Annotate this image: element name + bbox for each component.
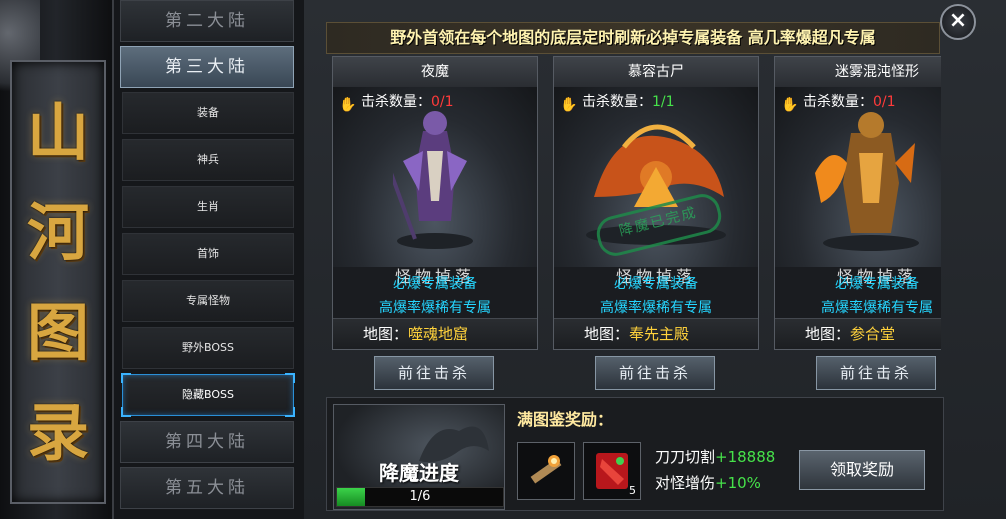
boss-name: 慕容古尸 <box>554 57 758 87</box>
nav-continent-3[interactable]: 第三大陆 <box>120 46 294 88</box>
map-row: 地图：噬魂地窟 <box>333 318 537 349</box>
paw-icon: ✋ <box>339 97 357 113</box>
nav-continent-2[interactable]: 第二大陆 <box>120 0 294 42</box>
kill-count: 1/1 <box>652 94 675 110</box>
game-window: 山 河 图 录 第二大陆 第三大陆 装备 神兵 生肖 首饰 专属怪物 野外BOS… <box>0 0 1006 519</box>
drop-line: 必爆专属装备 <box>614 276 698 292</box>
nav-continent-5[interactable]: 第五大陆 <box>120 467 294 509</box>
nav-column: 第二大陆 第三大陆 装备 神兵 生肖 首饰 专属怪物 野外BOSS 隐藏BOSS… <box>114 0 304 519</box>
kill-count: 0/1 <box>431 94 454 110</box>
nav-subitem-exclusive-monster[interactable]: 专属怪物 <box>122 280 294 322</box>
boss-name: 夜魔 <box>333 57 537 87</box>
progress-bar: 1/6 <box>336 487 504 507</box>
kill-label: 击杀数量： <box>803 94 873 110</box>
reward-stat: 对怪增伤+10% <box>655 472 761 493</box>
reward-section: 降魔进度 1/6 满图鉴奖励： 5 刀刀切割+18888 对怪增伤+10% 领取… <box>326 397 944 511</box>
map-row: 地图：参合堂 <box>775 318 941 349</box>
reward-title: 满图鉴奖励： <box>517 410 614 429</box>
drop-line: 高爆率爆稀有专属 <box>379 300 491 316</box>
progress-panel: 降魔进度 1/6 <box>333 404 505 510</box>
map-label: 地图： <box>805 325 851 343</box>
boss-art: 怪物掉落 <box>775 87 941 286</box>
boss-card: 夜魔 怪物掉落 ✋ 击杀数量：0/1 必爆专属装备 高爆率爆稀有专属 地图：噬魂… <box>332 56 538 350</box>
claim-reward-button[interactable]: 领取奖励 <box>799 450 925 490</box>
map-value: 奉先主殿 <box>629 325 690 343</box>
kill-label: 击杀数量： <box>361 94 431 110</box>
kill-count: 0/1 <box>873 94 896 110</box>
go-kill-button[interactable]: 前往击杀 <box>374 356 494 390</box>
go-kill-button[interactable]: 前往击杀 <box>595 356 715 390</box>
kill-label: 击杀数量： <box>582 94 652 110</box>
boss-card: 迷雾混沌怪形 怪物掉落 ✋ 击杀数量：0/1 必爆专属装备 高爆率爆稀有专属 地图… <box>774 56 941 350</box>
title-char: 图 <box>26 296 89 369</box>
paw-icon: ✋ <box>781 97 799 113</box>
corner-ornament <box>285 373 295 383</box>
kill-count-row: ✋ 击杀数量：0/1 <box>781 91 896 113</box>
corner-ornament <box>121 407 131 417</box>
boss-name: 迷雾混沌怪形 <box>775 57 941 87</box>
map-value: 噬魂地窟 <box>408 325 469 343</box>
red-card-icon <box>596 453 628 489</box>
close-button[interactable]: × <box>940 4 976 40</box>
progress-title: 降魔进度 <box>379 461 459 485</box>
title-plate: 山 河 图 录 <box>10 60 106 504</box>
banner-text: 野外首领在每个地图的底层定时刷新必掉专属装备 高几率爆超凡专属 <box>326 22 940 54</box>
nav-subitem-field-boss[interactable]: 野外BOSS <box>122 327 294 369</box>
progress-text: 1/6 <box>409 489 431 504</box>
map-value: 参合堂 <box>850 325 896 343</box>
stat-label: 刀刀切割 <box>655 448 716 466</box>
nav-subitem-hidden-boss[interactable]: 隐藏BOSS <box>121 373 295 417</box>
title-char: 河 <box>26 196 89 269</box>
main-panel: 野外首领在每个地图的底层定时刷新必掉专属装备 高几率爆超凡专属 × 夜魔 怪物掉… <box>304 0 1006 519</box>
map-label: 地图： <box>584 325 630 343</box>
nav-subitem-equipment[interactable]: 装备 <box>122 92 294 134</box>
boss-art: 降魔已完成 怪物掉落 <box>554 87 758 286</box>
title-char: 山 <box>26 96 89 169</box>
reward-slot[interactable] <box>517 442 575 500</box>
drop-line: 高爆率爆稀有专属 <box>821 300 933 316</box>
nav-subitem-zodiac[interactable]: 生肖 <box>122 186 294 228</box>
kill-count-row: ✋ 击杀数量：0/1 <box>339 91 454 113</box>
nav-subitem-jewelry[interactable]: 首饰 <box>122 233 294 275</box>
drop-line: 必爆专属装备 <box>835 276 919 292</box>
map-label: 地图： <box>363 325 409 343</box>
nav-subitem-label: 隐藏BOSS <box>182 388 234 401</box>
map-row: 地图：奉先主殿 <box>554 318 758 349</box>
scroll-icon <box>530 455 562 484</box>
stat-value: +18888 <box>715 448 776 466</box>
night-demon-icon <box>393 111 473 249</box>
drop-line: 必爆专属装备 <box>393 276 477 292</box>
title-column: 山 河 图 录 <box>0 0 114 519</box>
reward-stat: 刀刀切割+18888 <box>655 446 775 467</box>
drop-line: 高爆率爆稀有专属 <box>600 300 712 316</box>
kill-count-row: ✋ 击杀数量：1/1 <box>560 91 675 113</box>
stat-label: 对怪增伤 <box>655 474 716 492</box>
boss-art: 怪物掉落 <box>333 87 537 286</box>
paw-icon: ✋ <box>560 97 578 113</box>
reward-count: 5 <box>629 484 636 497</box>
boss-card: 慕容古尸 降魔已完成 怪物掉落 ✋ 击杀数量：1/1 必爆专属装备 高爆率爆稀有专… <box>553 56 759 350</box>
title-char: 录 <box>26 396 89 469</box>
close-icon: × <box>948 8 968 33</box>
reward-slot[interactable]: 5 <box>583 442 641 500</box>
mist-chaos-beast-icon <box>815 112 919 251</box>
corner-ornament <box>285 407 295 417</box>
nav-continent-4[interactable]: 第四大陆 <box>120 421 294 463</box>
stat-value: +10% <box>715 474 761 492</box>
corner-ornament <box>121 373 131 383</box>
nav-subitem-divine-weapon[interactable]: 神兵 <box>122 139 294 181</box>
go-kill-button[interactable]: 前往击杀 <box>816 356 936 390</box>
